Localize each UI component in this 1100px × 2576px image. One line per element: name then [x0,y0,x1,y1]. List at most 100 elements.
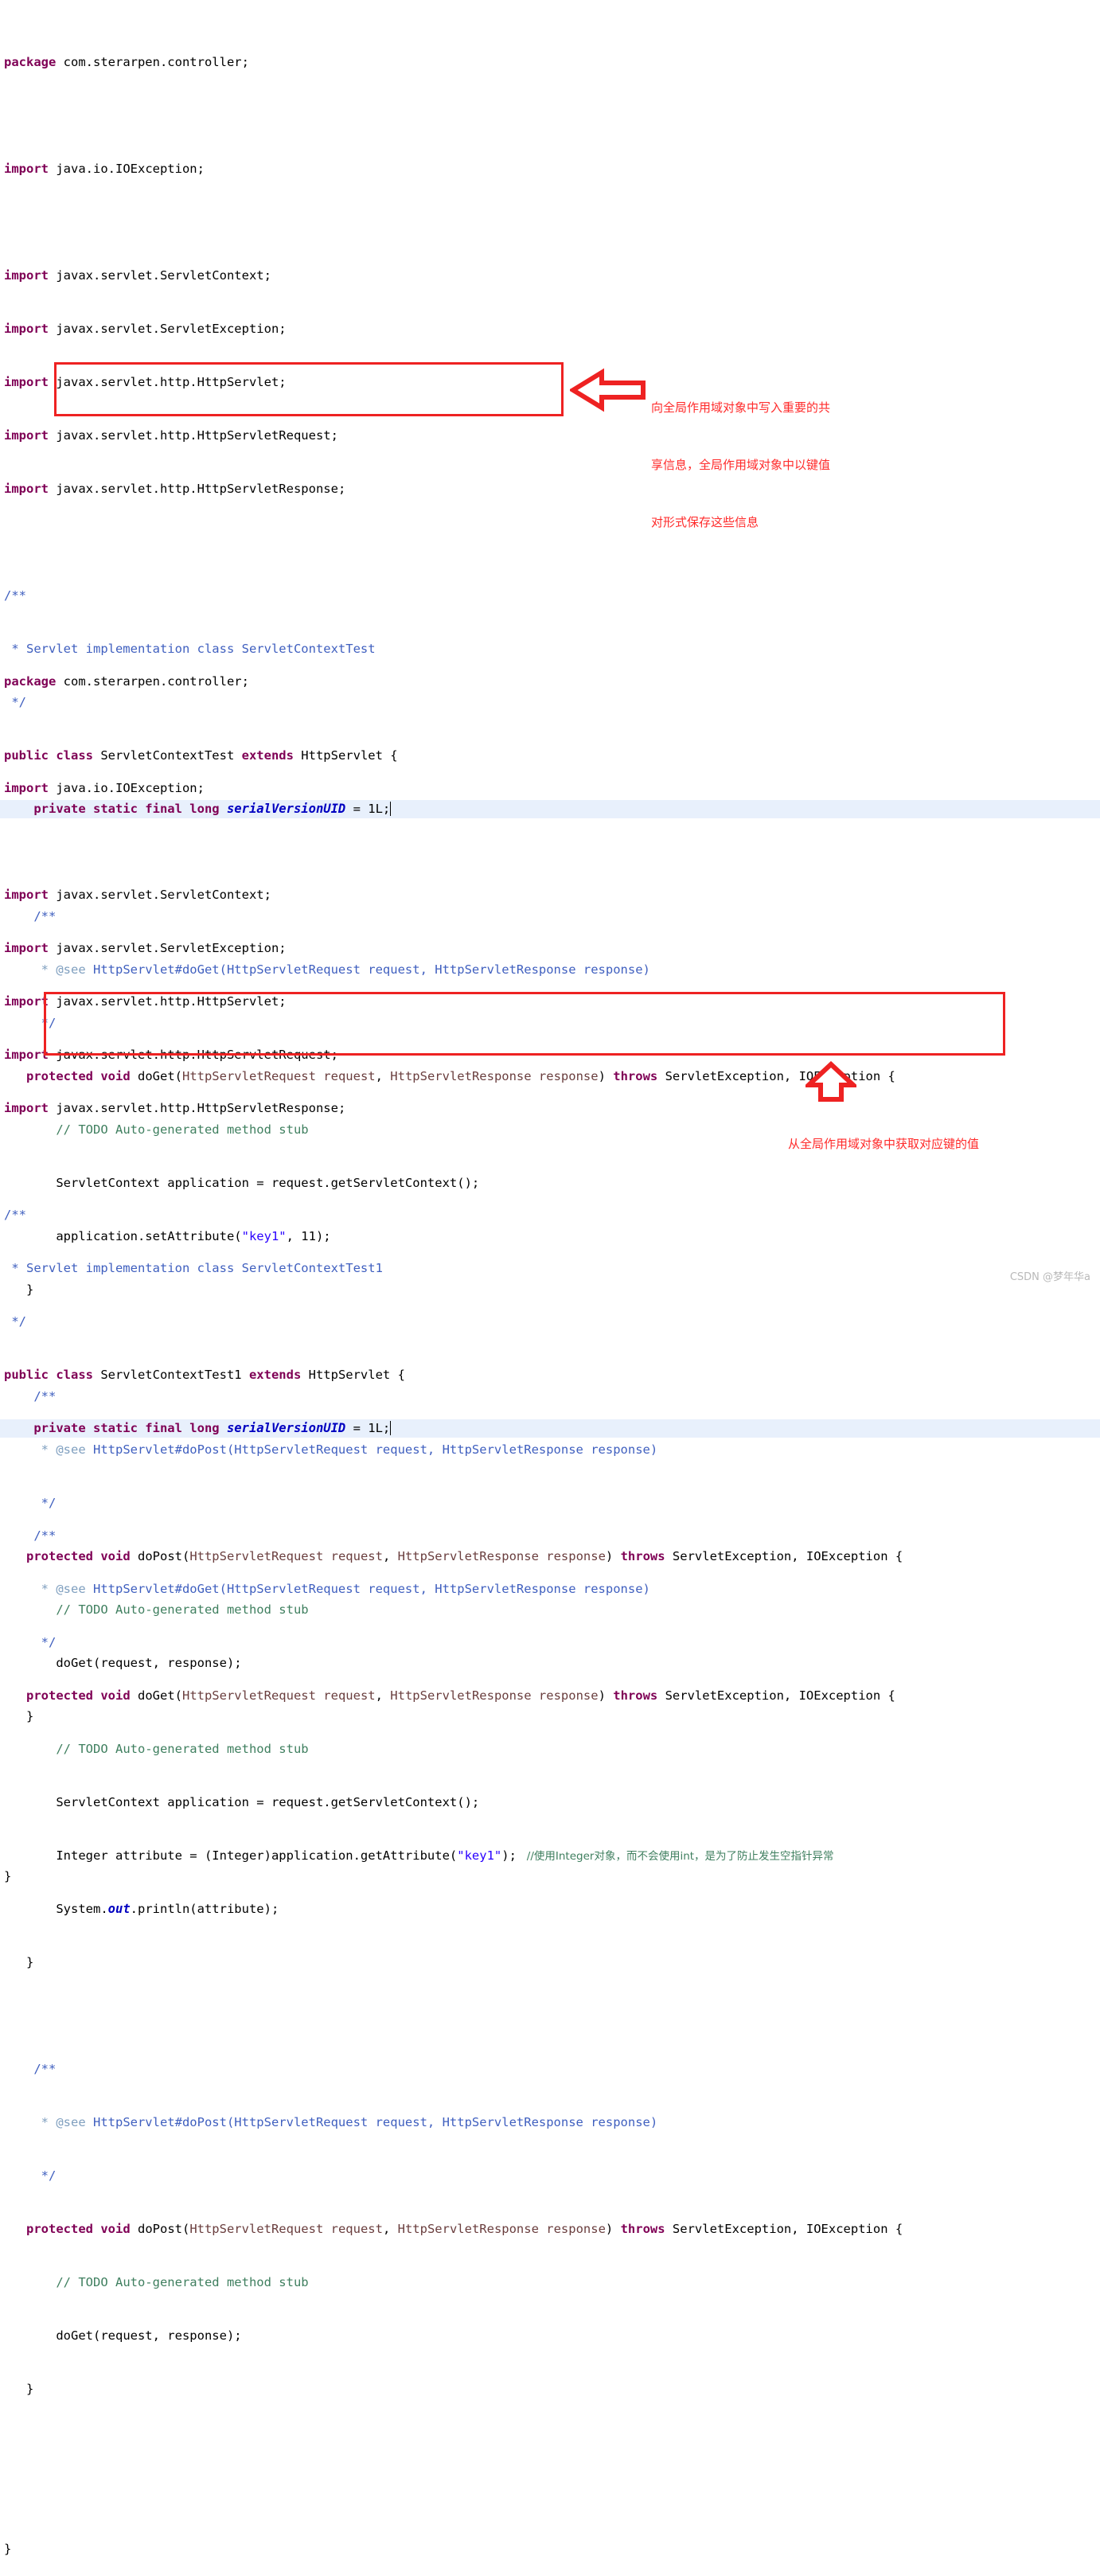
code-line: package com.sterarpen.controller; [0,673,1100,690]
inline-comment-text: //使用Integer对象，而不会使用int，是为了防止发生空指针异常 [526,1849,834,1863]
javadoc-body: HttpServlet#doPost(HttpServletRequest re… [85,2114,658,2129]
param-response: HttpServletResponse response [390,1688,599,1703]
code-line: /** [0,1527,1100,1544]
code-line: // TODO Auto-generated method stub [0,2274,1100,2291]
code-line: import javax.servlet.ServletContext; [0,886,1100,904]
import-path: javax.servlet.http.HttpServlet; [49,375,287,390]
code-line: */ [0,2167,1100,2184]
statement-get-servlet-context: ServletContext application = request.get… [56,1794,480,1809]
brace-close-doget: } [26,1954,34,1969]
keyword-import: import [4,781,49,796]
code-line: import javax.servlet.http.HttpServlet; [0,993,1100,1010]
code-line: /** [0,2060,1100,2078]
code-line: } [0,2380,1100,2398]
code-line: System.out.println(attribute); [0,1900,1100,1918]
code-line: doGet(request, response); [0,2327,1100,2344]
exception-list: ServletException, IOException { [665,2221,903,2236]
javadoc-open: /** [4,588,26,603]
keyword-import: import [4,322,49,337]
import-path: javax.servlet.http.HttpServlet; [49,994,287,1009]
keyword-modifiers: private static final long [33,1421,220,1436]
keyword-package: package [4,55,57,70]
code-line: */ [0,1313,1100,1330]
import-path: javax.servlet.ServletContext; [49,888,271,903]
import-path: javax.servlet.ServletContext; [49,268,271,283]
brace-close-dopost: } [26,2382,34,2397]
import-path: javax.servlet.http.HttpServletRequest; [49,428,338,443]
superclass-name: HttpServlet { [301,1368,405,1383]
comment-todo: // TODO Auto-generated method stub [56,1741,309,1756]
code-line-dopost-signature: protected void doPost(HttpServletRequest… [0,2220,1100,2238]
paren-close: ) [605,2221,621,2236]
keyword-public-class: public class [4,1368,93,1383]
annotation-write-to-global-scope: 向全局作用域对象中写入重要的共 享信息，全局作用域对象中以键值 对形式保存这些信… [651,360,830,551]
code-line: */ [0,1633,1100,1651]
paren-close: ) [598,1688,614,1703]
keyword-package: package [4,674,57,689]
import-path: javax.servlet.ServletException; [49,322,287,337]
param-response: HttpServletResponse response [397,2221,606,2236]
field-value: = 1L; [345,1421,391,1436]
code-line: Integer attribute = (Integer)application… [0,1847,1100,1864]
code-line: import javax.servlet.http.HttpServletReq… [0,1046,1100,1064]
string-literal-key1: "key1" [457,1848,502,1863]
keyword-import: import [4,375,49,390]
import-path: java.io.IOException; [49,781,205,796]
keyword-protected-void: protected void [26,2221,131,2236]
code-line-doget-signature: protected void doGet(HttpServletRequest … [0,1687,1100,1704]
statement-println: .println(attribute); [130,1901,279,1916]
code-line: // TODO Auto-generated method stub [0,1740,1100,1758]
keyword-protected-void: protected void [26,1688,131,1703]
code-line: * Servlet implementation class ServletCo… [0,1259,1100,1277]
brace-close-class: } [4,2542,12,2557]
import-path: javax.servlet.http.HttpServletResponse; [49,1101,346,1116]
import-path: javax.servlet.ServletException; [49,941,287,956]
code-line: import javax.servlet.ServletContext; [0,267,1100,284]
package-name: com.sterarpen.controller; [56,674,249,689]
comment-todo: // TODO Auto-generated method stub [56,2274,309,2289]
code-line: import javax.servlet.http.HttpServletReq… [0,427,1100,444]
keyword-import: import [4,888,49,903]
class-name: ServletContextTest1 [92,1368,249,1383]
javadoc-close: */ [33,2168,57,2183]
left-arrow-annotation [570,368,646,412]
code-line: * @see HttpServlet#doPost(HttpServletReq… [0,2113,1100,2131]
method-name-dopost: doPost( [130,2221,190,2236]
code-line: import javax.servlet.ServletException; [0,939,1100,957]
keyword-extends: extends [248,1368,302,1383]
keyword-import: import [4,1101,49,1116]
javadoc-tag-see: * @see [33,1581,86,1596]
keyword-throws: throws [613,1688,658,1703]
annotation-read-from-global-scope: 从全局作用域对象中获取对应键的值 [788,1096,979,1173]
code-line: import javax.servlet.http.HttpServletRes… [0,480,1100,498]
annotation-line-3: 对形式保存这些信息 [651,515,759,529]
statement-system: System. [56,1901,108,1916]
param-request: HttpServletRequest request [181,1688,376,1703]
code-line: /** [0,1206,1100,1224]
annotation-line-1: 向全局作用域对象中写入重要的共 [651,400,831,415]
keyword-import: import [4,162,49,177]
javadoc-tag-see: * @see [33,2114,86,2129]
code-line: ServletContext application = request.get… [0,1793,1100,1811]
keyword-import: import [4,941,49,956]
code-line: import javax.servlet.ServletException; [0,320,1100,338]
statement-get-attribute: Integer attribute = (Integer)application… [56,1848,458,1863]
field-serialversionuid: serialVersionUID [219,1421,346,1436]
separator: , [375,1688,391,1703]
annotation-line-2: 享信息，全局作用域对象中以键值 [651,458,831,472]
javadoc-body: * Servlet implementation class ServletCo… [4,1261,383,1276]
field-out: out [107,1901,131,1916]
code-line: import java.io.IOException; [0,779,1100,797]
param-request: HttpServletRequest request [189,2221,383,2236]
code-block-servletcontexttest1[interactable]: package com.sterarpen.controller; import… [0,619,1100,2576]
inline-chinese-comment: //使用Integer对象，而不会使用int，是为了防止发生空指针异常 [517,1850,834,1863]
method-name-doget: doGet( [130,1688,182,1703]
